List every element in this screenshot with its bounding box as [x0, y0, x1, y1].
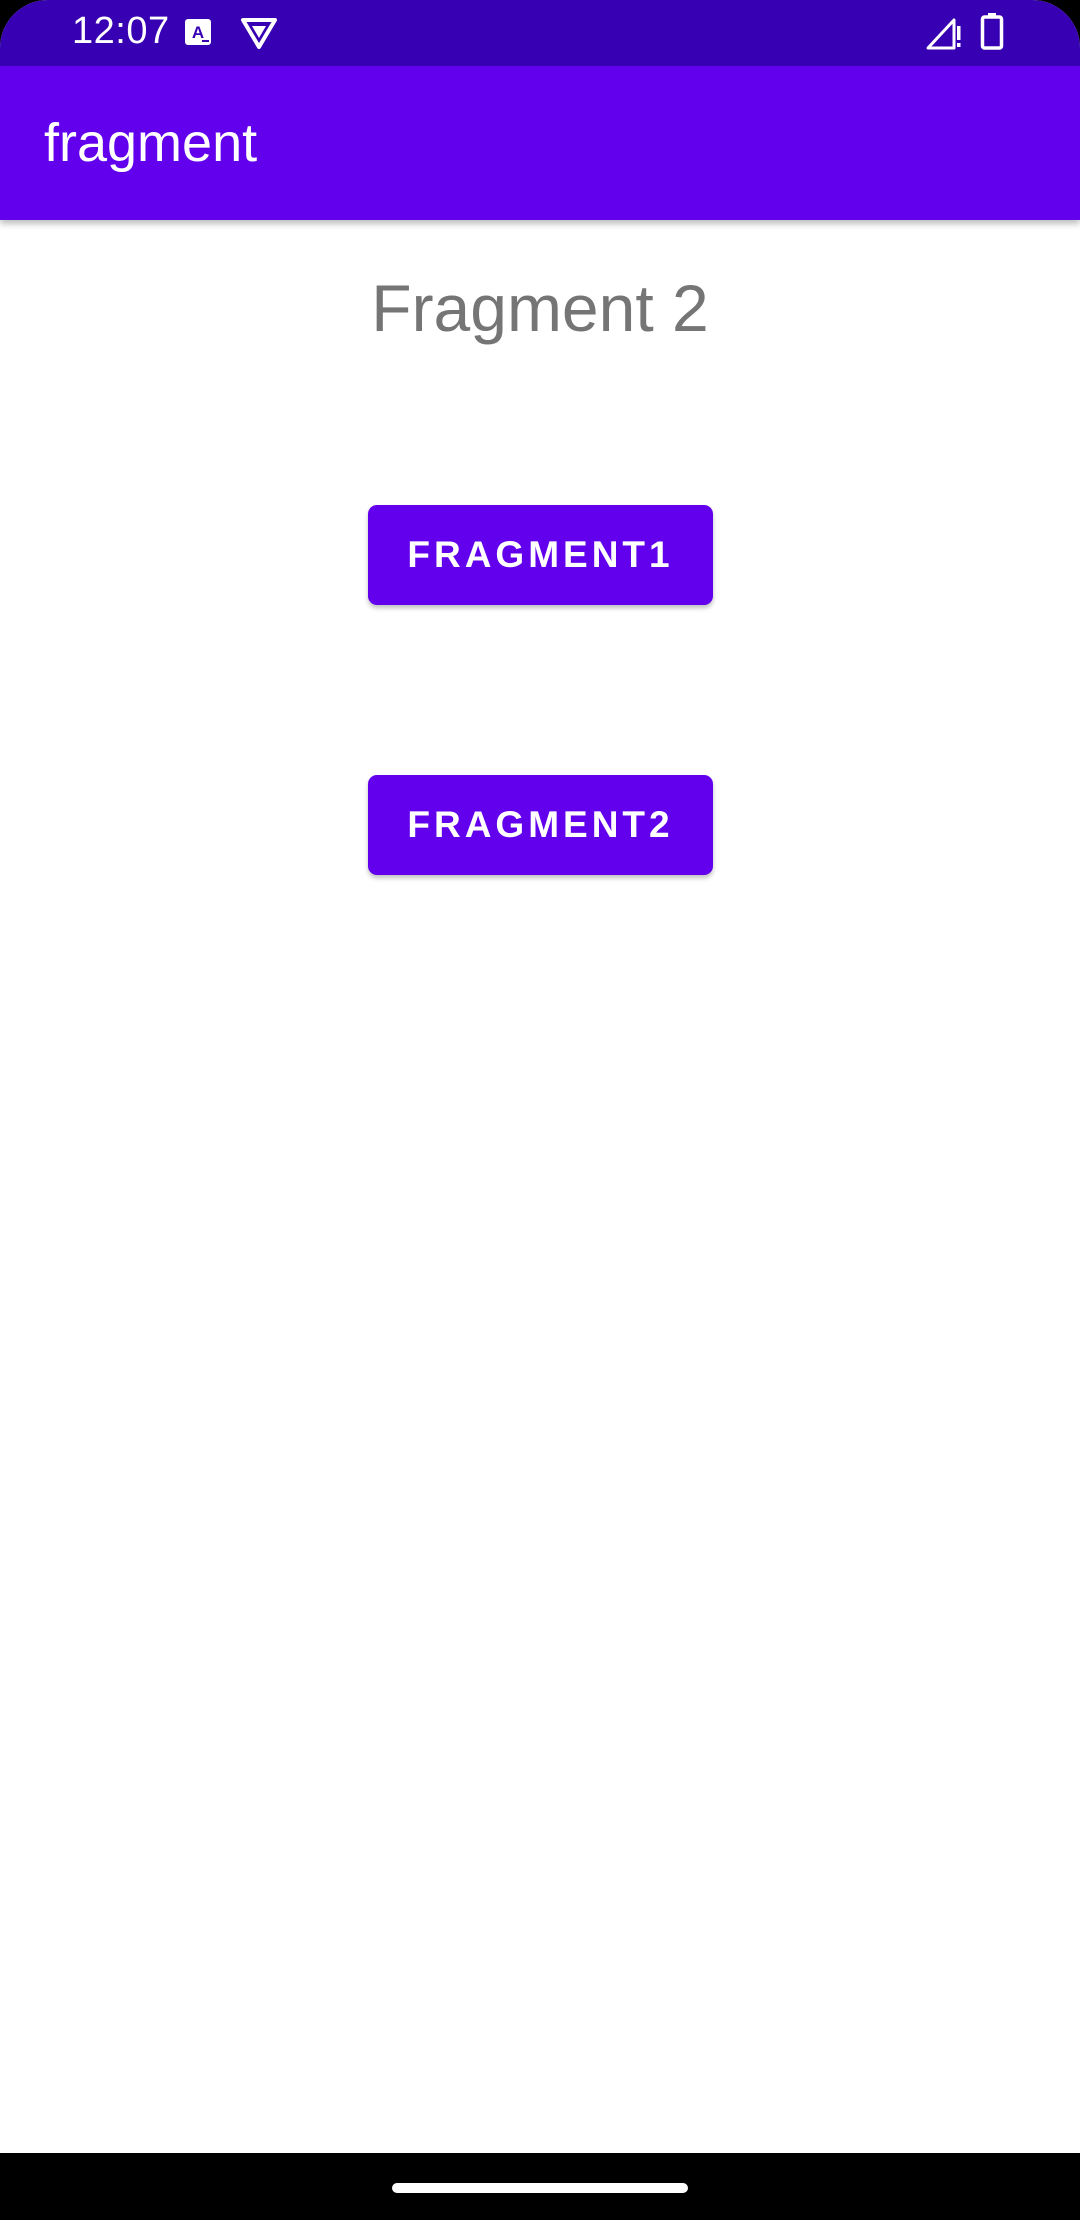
fragment-title: Fragment 2: [371, 271, 709, 345]
home-gesture-handle[interactable]: [392, 2183, 688, 2193]
svg-text:A: A: [192, 23, 204, 42]
text-a-icon: A: [184, 18, 212, 51]
signal-no-data-icon: [926, 16, 962, 55]
vpn-shield-icon: [240, 16, 278, 55]
battery-icon: [980, 12, 1004, 55]
app-title: fragment: [44, 113, 258, 173]
app-bar: fragment: [0, 66, 1080, 220]
status-bar: 12:07 A: [0, 0, 1080, 66]
navigation-bar: [0, 2153, 1080, 2220]
fragment2-button[interactable]: FRAGMENT2: [368, 775, 713, 875]
status-time: 12:07: [72, 10, 170, 52]
phone-screen: 12:07 A fragment Fragment 2 FRAGMENT1 FR…: [0, 0, 1080, 2220]
fragment1-button[interactable]: FRAGMENT1: [368, 505, 713, 605]
